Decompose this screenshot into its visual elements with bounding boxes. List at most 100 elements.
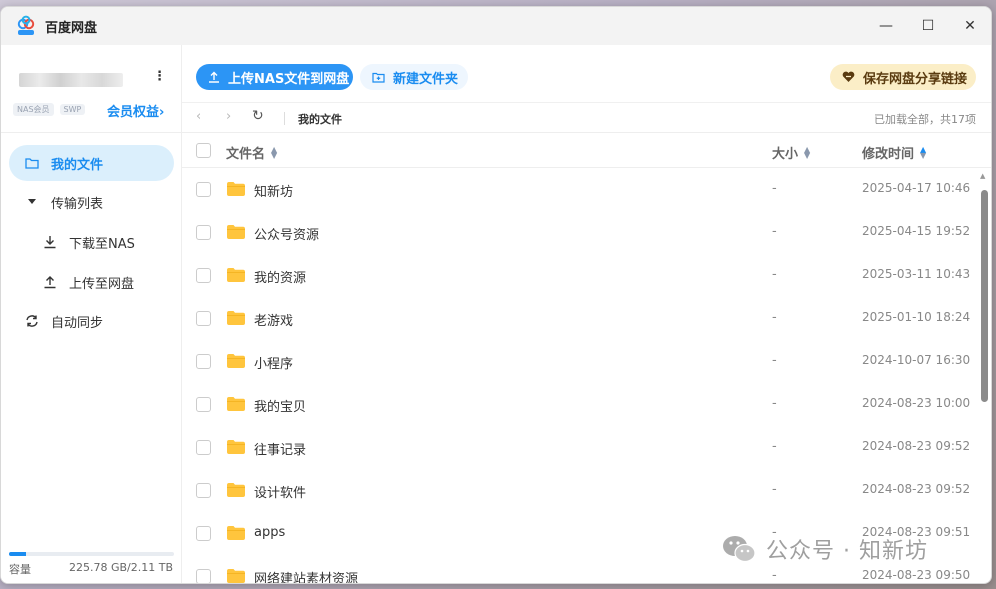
storage-progress-fill (9, 552, 27, 556)
heart-icon (842, 71, 855, 83)
vip-benefits-label: 会员权益 (107, 105, 160, 120)
row-checkbox[interactable] (196, 440, 211, 455)
row-checkbox[interactable] (196, 311, 211, 326)
download-icon (41, 233, 59, 251)
file-name: 知新坊 (254, 185, 294, 200)
blurred-username (19, 73, 123, 87)
scrollbar[interactable]: ▲ (977, 168, 991, 583)
sort-icon: ▲ ▼ (271, 144, 278, 160)
folder-icon (227, 225, 245, 239)
storage-progress-bar (9, 552, 174, 556)
upload-nas-files-button[interactable]: 上传NAS文件到网盘 (196, 64, 353, 90)
row-checkbox[interactable] (196, 569, 211, 583)
close-button[interactable]: ✕ (949, 7, 991, 45)
watermark-text: 公众号 · 知新坊 (766, 539, 928, 564)
folder-icon (227, 440, 245, 454)
sidebar-item-download-to-nas[interactable]: 下载至NAS (9, 224, 174, 260)
new-folder-label: 新建文件夹 (393, 71, 459, 87)
row-checkbox[interactable] (196, 225, 211, 240)
maximize-button[interactable]: ☐ (907, 7, 949, 45)
upload-button-label: 上传NAS文件到网盘 (228, 71, 350, 87)
divider (1, 132, 181, 133)
folder-icon (227, 526, 245, 540)
row-checkbox[interactable] (196, 354, 211, 369)
sidebar-item-label: 传输列表 (51, 196, 104, 212)
back-button[interactable]: ‹ (196, 109, 201, 124)
caret-down-icon (23, 193, 41, 211)
nas-member-badge: NAS会员 (13, 103, 54, 116)
sidebar: ⋮ NAS会员 SWP 会员权益› 我的文件 传输列表 下载至NAS 上传至网盘… (1, 45, 182, 583)
sidebar-item-auto-sync[interactable]: 自动同步 (9, 303, 174, 339)
file-name: 小程序 (254, 357, 294, 372)
wechat-icon (722, 534, 756, 564)
file-size: - (772, 353, 777, 368)
sort-icon: ▲ ▼ (920, 144, 927, 160)
column-header-label: 大小 (772, 147, 799, 162)
sync-icon (23, 312, 41, 330)
folder-icon (227, 182, 245, 196)
forward-button[interactable]: › (226, 109, 231, 124)
swp-badge: SWP (59, 104, 86, 115)
file-size: - (772, 568, 777, 583)
refresh-button[interactable]: ↻ (252, 108, 264, 124)
file-list: 知新坊 - 2025-04-17 10:46 公众号资源 - 2025-04-1… (182, 168, 977, 583)
more-icon[interactable]: ⋮ (153, 69, 166, 84)
file-name: 设计软件 (254, 486, 307, 501)
app-window: 百度网盘 — ☐ ✕ ⋮ NAS会员 SWP 会员权益› 我的文件 传输列表 下… (0, 6, 992, 584)
file-name: apps (254, 525, 286, 540)
file-modified: 2024-08-23 09:52 (862, 482, 971, 496)
sidebar-item-transfer-list[interactable]: 传输列表 (9, 184, 174, 220)
divider (284, 112, 285, 125)
table-row[interactable]: 小程序 - 2024-10-07 16:30 (182, 340, 977, 383)
table-row[interactable]: 设计软件 - 2024-08-23 09:52 (182, 469, 977, 512)
user-row[interactable]: ⋮ (19, 69, 174, 89)
file-size: - (772, 310, 777, 325)
path-bar: ‹ › ↻ 我的文件 已加载全部，共17项 (182, 102, 991, 132)
new-folder-button[interactable]: 新建文件夹 (360, 64, 468, 90)
save-share-link-button[interactable]: 保存网盘分享链接 (830, 64, 976, 90)
file-size: - (772, 482, 777, 497)
row-checkbox[interactable] (196, 268, 211, 283)
scroll-up-icon[interactable]: ▲ (980, 172, 985, 180)
table-row[interactable]: 老游戏 - 2025-01-10 18:24 (182, 297, 977, 340)
column-header-label: 修改时间 (862, 147, 915, 162)
file-size: - (772, 439, 777, 454)
file-modified: 2024-08-23 09:52 (862, 439, 971, 453)
table-row[interactable]: 我的宝贝 - 2024-08-23 10:00 (182, 383, 977, 426)
file-modified: 2025-04-17 10:46 (862, 181, 971, 195)
table-row[interactable]: 知新坊 - 2025-04-17 10:46 (182, 168, 977, 211)
column-header-name[interactable]: 文件名 ▲ ▼ (226, 143, 277, 162)
table-row[interactable]: 公众号资源 - 2025-04-15 19:52 (182, 211, 977, 254)
sidebar-item-upload-to-netdisk[interactable]: 上传至网盘 (9, 264, 174, 300)
table-header: 文件名 ▲ ▼ 大小 ▲ ▼ 修改时间 ▲ ▼ (182, 132, 991, 168)
vip-benefits-link[interactable]: 会员权益› (107, 101, 164, 120)
folder-icon (227, 483, 245, 497)
member-badges: NAS会员 SWP (13, 103, 86, 116)
main-panel: 上传NAS文件到网盘 新建文件夹 保存网盘分享链接 ‹ › ↻ 我的文件 已加载… (182, 45, 991, 583)
row-checkbox[interactable] (196, 397, 211, 412)
file-modified: 2025-03-11 10:43 (862, 267, 971, 281)
sidebar-item-label: 上传至网盘 (69, 276, 135, 292)
column-header-size[interactable]: 大小 ▲ ▼ (772, 143, 810, 162)
column-header-modified[interactable]: 修改时间 ▲ ▼ (862, 143, 926, 162)
row-checkbox[interactable] (196, 526, 211, 541)
watermark: 公众号 · 知新坊 (722, 533, 928, 565)
breadcrumb[interactable]: 我的文件 (298, 111, 342, 127)
sort-icon: ▲ ▼ (804, 144, 811, 160)
new-folder-icon (372, 72, 385, 83)
save-share-label: 保存网盘分享链接 (863, 71, 968, 87)
sidebar-item-label: 我的文件 (51, 157, 104, 173)
file-modified: 2024-08-23 09:50 (862, 568, 971, 582)
select-all-checkbox[interactable] (196, 143, 211, 158)
window-controls: — ☐ ✕ (865, 7, 991, 45)
scroll-thumb[interactable] (981, 190, 988, 402)
file-size: - (772, 224, 777, 239)
file-size: - (772, 396, 777, 411)
table-row[interactable]: 往事记录 - 2024-08-23 09:52 (182, 426, 977, 469)
minimize-button[interactable]: — (865, 7, 907, 45)
sidebar-item-my-files[interactable]: 我的文件 (9, 145, 174, 181)
row-checkbox[interactable] (196, 182, 211, 197)
load-status: 已加载全部，共17项 (874, 113, 976, 126)
row-checkbox[interactable] (196, 483, 211, 498)
table-row[interactable]: 我的资源 - 2025-03-11 10:43 (182, 254, 977, 297)
